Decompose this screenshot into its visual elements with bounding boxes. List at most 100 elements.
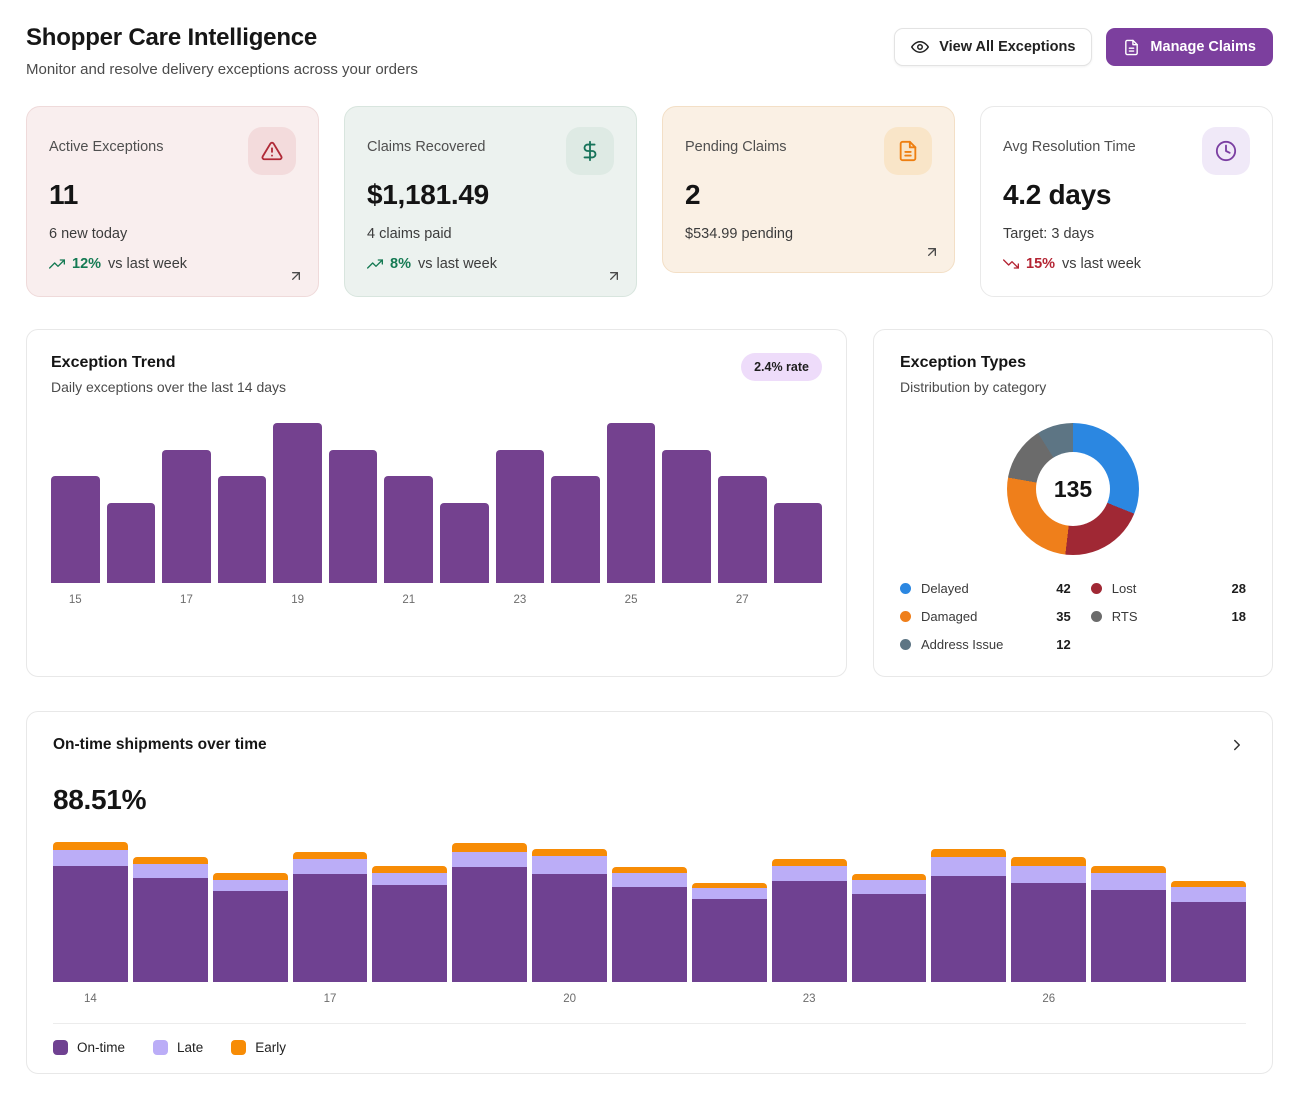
clock-icon [1202,127,1250,175]
eye-icon [911,38,929,56]
segment-late [293,859,368,874]
view-all-exceptions-button[interactable]: View All Exceptions [894,28,1092,66]
stacked-bar-day-18 [372,842,447,982]
segment-on-time [452,867,527,982]
ontime-legend: On-timeLateEarly [53,1024,1246,1055]
legend-value: 35 [1056,609,1070,624]
donut-chart: 135 [1007,423,1139,555]
exception-trend-title: Exception Trend [51,354,822,372]
legend-label: Early [255,1040,286,1055]
kpi-trend: 12%vs last week [49,256,296,272]
legend-dot [900,639,911,650]
trend-bar-day-27 [718,476,767,583]
legend-swatch [53,1040,68,1055]
stacked-bar-day-23 [772,842,847,982]
trend-x-label [662,594,711,606]
stacked-bar-day-20 [532,842,607,982]
legend-label: Damaged [921,609,1046,624]
ontime-x-label [931,993,1006,1005]
stacked-bar-day-25 [931,842,1006,982]
kpi-trend: 8%vs last week [367,256,614,272]
segment-late [772,866,847,881]
trend-bar-day-18 [218,476,267,583]
ontime-x-label [133,993,208,1005]
donut-center-value: 135 [1054,476,1092,503]
kpi-card-avg-resolution-time: Avg Resolution Time4.2 daysTarget: 3 day… [980,106,1273,297]
kpi-trend: 15%vs last week [1003,256,1250,272]
kpi-sub: 6 new today [49,226,296,242]
kpi-sub: Target: 3 days [1003,226,1250,242]
segment-on-time [1011,883,1086,982]
stacked-bar-day-27 [1091,842,1166,982]
segment-on-time [692,899,767,982]
kpi-sub: $534.99 pending [685,226,932,242]
trend-up-icon [367,256,383,272]
segment-on-time [931,876,1006,982]
kpi-value: 11 [49,179,296,211]
segment-early [532,849,607,856]
legend-value: 42 [1056,581,1070,596]
ontime-x-label [612,993,687,1005]
segment-late [612,873,687,887]
kpi-row: Active Exceptions116 new today12%vs last… [26,106,1273,297]
ontime-x-label: 20 [532,993,607,1005]
trend-bar-day-25 [607,423,656,583]
view-all-exceptions-label: View All Exceptions [939,40,1075,55]
stacked-bar-day-21 [612,842,687,982]
kpi-card-active-exceptions[interactable]: Active Exceptions116 new today12%vs last… [26,106,319,297]
ontime-x-label: 23 [772,993,847,1005]
segment-late [133,864,208,878]
legend-dot [1091,611,1102,622]
arrow-up-right-icon[interactable] [924,244,940,260]
trend-x-label [551,594,600,606]
segment-late [532,856,607,874]
trend-x-label [774,594,823,606]
segment-early [53,842,128,850]
kpi-sub: 4 claims paid [367,226,614,242]
arrow-up-right-icon[interactable] [288,268,304,284]
legend-item-lost: Lost28 [1091,581,1246,596]
ontime-title: On-time shipments over time [53,736,267,754]
manage-claims-button[interactable]: Manage Claims [1106,28,1273,66]
trend-x-label: 23 [496,594,545,606]
trend-x-label: 15 [51,594,100,606]
stacked-bar-day-17 [293,842,368,982]
trend-x-label [218,594,267,606]
ontime-x-label [372,993,447,1005]
legend-label: RTS [1112,609,1222,624]
segment-late [692,888,767,899]
legend-item-delayed: Delayed42 [900,581,1071,596]
dashboard-page: Shopper Care Intelligence Monitor and re… [0,0,1299,1082]
manage-claims-label: Manage Claims [1150,40,1256,55]
segment-on-time [133,878,208,982]
exception-types-title: Exception Types [900,354,1246,372]
segment-late [852,880,927,894]
stacked-bar-day-14 [53,842,128,982]
segment-on-time [213,891,288,982]
kpi-card-claims-recovered[interactable]: Claims Recovered$1,181.494 claims paid8%… [344,106,637,297]
chevron-right-icon[interactable] [1228,736,1246,754]
kpi-label: Pending Claims [685,127,787,155]
segment-late [452,852,527,867]
ontime-x-label [1171,993,1246,1005]
trend-bar-day-17 [162,450,211,583]
trend-x-label [329,594,378,606]
alert-triangle-icon [248,127,296,175]
charts-row: Exception Trend Daily exceptions over th… [26,329,1273,677]
trend-bar-day-23 [496,450,545,583]
donut-wrap: 135 [900,423,1246,555]
segment-early [372,866,447,873]
segment-on-time [293,874,368,982]
trend-bar-day-22 [440,503,489,583]
exception-trend-card: Exception Trend Daily exceptions over th… [26,329,847,677]
kpi-value: $1,181.49 [367,179,614,211]
exception-types-legend: Delayed42Lost28Damaged35RTS18Address Iss… [900,581,1246,652]
exception-trend-x-axis: 15171921232527 [51,594,822,606]
stacked-bar-day-22 [692,842,767,982]
dollar-icon [566,127,614,175]
arrow-up-right-icon[interactable] [606,268,622,284]
ontime-x-label: 17 [293,993,368,1005]
segment-early [213,873,288,880]
stacked-bar-day-15 [133,842,208,982]
kpi-card-pending-claims[interactable]: Pending Claims2$534.99 pending [662,106,955,273]
